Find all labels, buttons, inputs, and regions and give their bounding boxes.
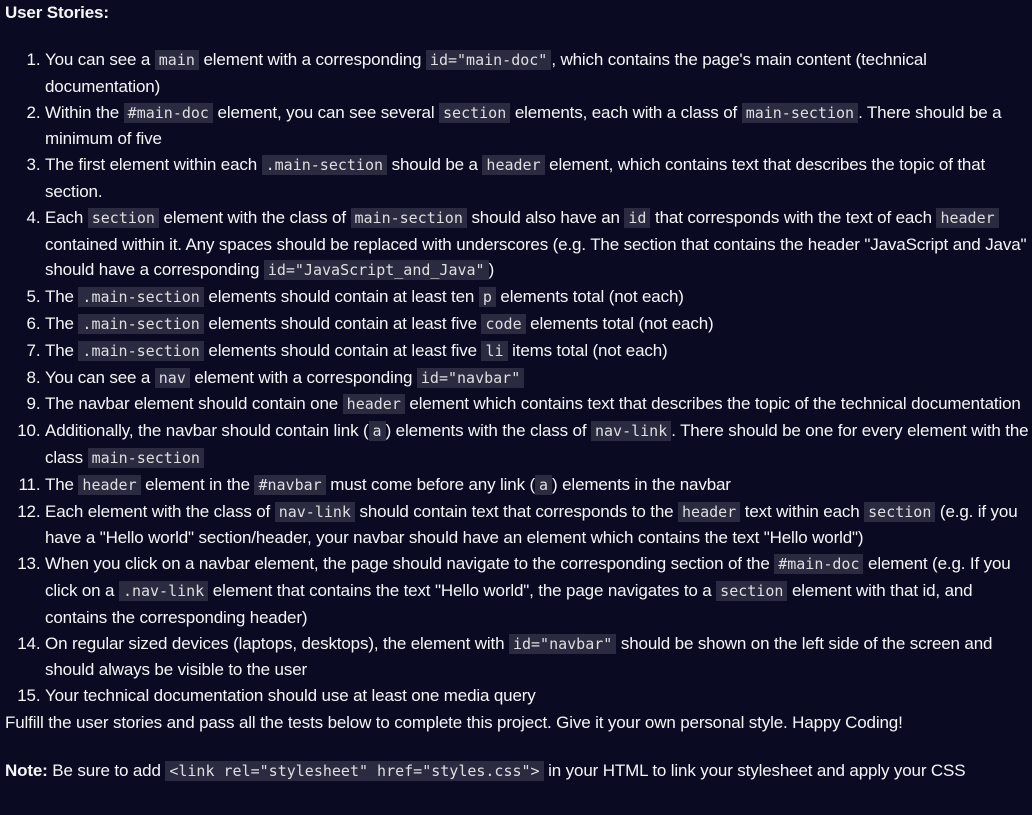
inline-code: .main-section: [261, 155, 388, 176]
story-text: The first element within each: [45, 155, 262, 175]
story-text: ) elements with the class of: [385, 421, 591, 441]
inline-code: header: [342, 394, 405, 415]
story-text: elements total (not each): [495, 287, 684, 307]
user-story-item: Additionally, the navbar should contain …: [45, 418, 1029, 472]
inline-code: section: [716, 580, 788, 601]
user-story-item: When you click on a navbar element, the …: [45, 551, 1029, 630]
story-text: On regular sized devices (laptops, deskt…: [45, 633, 509, 653]
story-text: that corresponds with the text of each: [650, 207, 937, 227]
user-stories-heading: User Stories:: [5, 3, 109, 22]
inline-code: id="navbar": [416, 367, 525, 388]
fulfill-paragraph: Fulfill the user stories and pass all th…: [5, 712, 903, 732]
inline-code: main: [154, 50, 199, 70]
inline-code: section: [439, 102, 511, 123]
story-text: Each: [45, 207, 88, 227]
inline-code: nav: [154, 367, 190, 388]
story-text: Additionally, the navbar should contain …: [45, 421, 369, 441]
inline-code: main-section: [741, 102, 859, 123]
story-text: When you click on a navbar element, the …: [45, 554, 775, 574]
user-story-item: The .main-section elements should contai…: [45, 311, 1029, 338]
user-story-item: The .main-section elements should contai…: [45, 284, 1029, 311]
story-text: element in the: [140, 474, 255, 494]
story-text: element, you can see several: [212, 102, 440, 122]
inline-code: main-section: [87, 447, 204, 468]
story-text: Within the: [45, 102, 124, 122]
inline-code: header: [482, 155, 545, 176]
story-text: Your technical documentation should use …: [45, 686, 536, 706]
stylesheet-link-code: <link rel="stylesheet" href="styles.css"…: [165, 760, 544, 781]
story-text: elements, each with a class of: [510, 102, 742, 122]
story-text: The: [45, 313, 79, 333]
inline-code: .main-section: [78, 313, 204, 334]
user-stories-list: You can see a main element with a corres…: [5, 47, 1029, 709]
story-text: The: [45, 474, 79, 494]
story-text: text within each: [740, 501, 865, 521]
story-text: contained within it. Any spaces should b…: [45, 234, 1027, 280]
inline-code: id="main-doc": [425, 50, 552, 70]
story-text: Each element with the class of: [45, 501, 275, 521]
story-text: element which contains text that describ…: [404, 394, 1021, 414]
story-text: elements should contain at least five: [203, 313, 482, 333]
inline-code: header: [936, 207, 999, 228]
story-text: ): [488, 260, 495, 280]
inline-code: #main-doc: [774, 554, 864, 575]
user-story-item: The header element in the #navbar must c…: [45, 472, 1029, 499]
user-story-item: You can see a main element with a corres…: [45, 47, 1029, 100]
note-text-before: Be sure to add: [47, 760, 166, 780]
story-text: should be a: [387, 155, 483, 175]
story-text: elements total (not each): [525, 313, 714, 333]
inline-code: .main-section: [78, 287, 204, 308]
inline-code: li: [481, 340, 508, 361]
inline-code: .nav-link: [118, 580, 209, 601]
story-text: You can see a: [45, 50, 155, 69]
user-story-item: You can see a nav element with a corresp…: [45, 365, 1029, 392]
user-story-item: The .main-section elements should contai…: [45, 338, 1029, 365]
note-text-after: in your HTML to link your stylesheet and…: [543, 760, 966, 780]
inline-code: a: [368, 421, 386, 442]
story-text: elements should contain at least ten: [203, 287, 479, 307]
story-text: items total (not each): [507, 340, 668, 360]
inline-code: #main-doc: [123, 102, 213, 123]
user-story-item: Each element with the class of nav-link …: [45, 499, 1029, 552]
story-text: element that contains the text "Hello wo…: [208, 580, 717, 600]
story-text: You can see a: [45, 367, 155, 387]
inline-code: id="JavaScript_and_Java": [263, 260, 489, 281]
note-paragraph: Note: Be sure to add <link rel="styleshe…: [5, 760, 1029, 782]
story-text: element with a corresponding: [198, 50, 426, 69]
inline-code: nav-link: [590, 421, 672, 442]
inline-code: section: [87, 207, 159, 228]
inline-code: header: [678, 501, 741, 522]
story-text: should contain text that corresponds to …: [354, 501, 679, 521]
inline-code: p: [478, 287, 496, 308]
note-label: Note:: [5, 760, 48, 780]
inline-code: id: [624, 207, 651, 228]
user-story-item: On regular sized devices (laptops, deskt…: [45, 631, 1029, 684]
inline-code: header: [78, 474, 141, 495]
story-text: The navbar element should contain one: [45, 394, 343, 414]
user-story-item: The navbar element should contain one he…: [45, 391, 1029, 418]
inline-code: main-section: [350, 207, 467, 228]
user-story-item: Each section element with the class of m…: [45, 205, 1029, 284]
story-text: ) elements in the navbar: [552, 474, 731, 494]
inline-code: a: [535, 474, 553, 495]
user-story-item: Within the #main-doc element, you can se…: [45, 100, 1029, 153]
story-text: elements should contain at least five: [203, 340, 482, 360]
story-text: element with the class of: [158, 207, 351, 227]
inline-code: nav-link: [274, 501, 355, 522]
story-text: element with a corresponding: [189, 367, 417, 387]
inline-code: #navbar: [254, 474, 326, 495]
story-text: The: [45, 287, 79, 307]
story-text: must come before any link (: [325, 474, 536, 494]
inline-code: .main-section: [78, 340, 204, 361]
user-story-item: Your technical documentation should use …: [45, 683, 1029, 709]
user-story-item: The first element within each .main-sect…: [45, 152, 1029, 205]
story-text: The: [45, 340, 79, 360]
inline-code: code: [481, 313, 526, 334]
inline-code: section: [864, 501, 936, 522]
user-stories-document: User Stories: You can see a main element…: [5, 2, 1029, 782]
story-text: should also have an: [466, 207, 625, 227]
inline-code: id="navbar": [508, 633, 617, 654]
